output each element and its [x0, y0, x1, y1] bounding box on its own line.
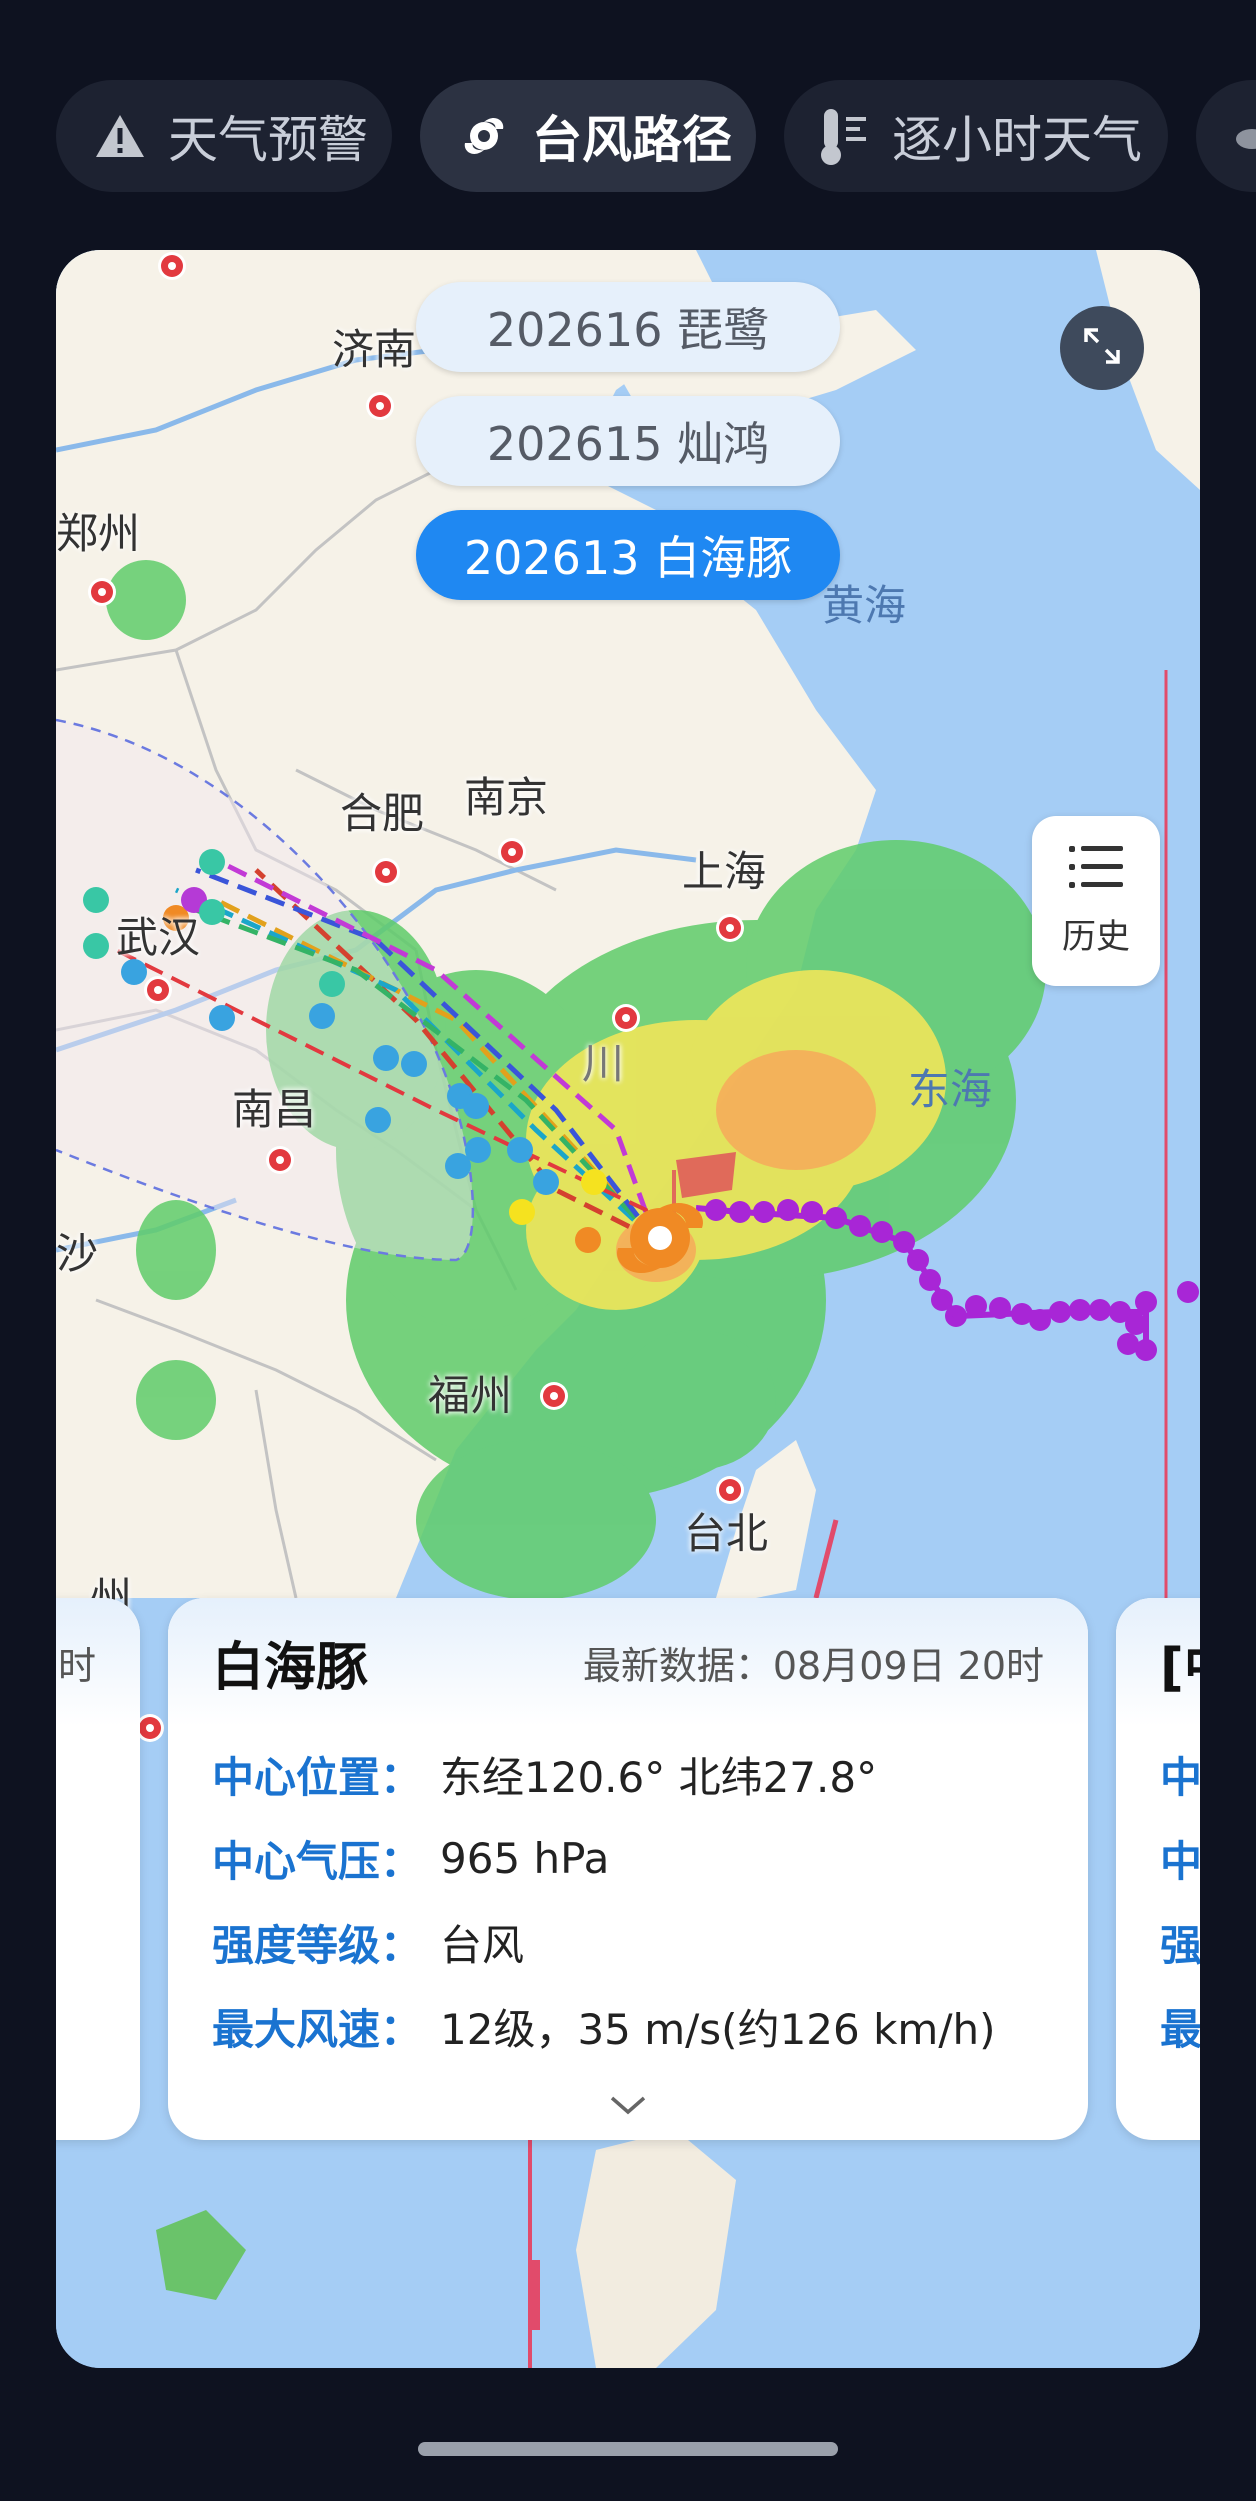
thermometer-icon [814, 106, 874, 166]
tab-more[interactable] [1196, 80, 1256, 192]
tab-weather-warning[interactable]: 天气预警 [56, 80, 392, 192]
info-key: 中心位置： [212, 1752, 423, 1802]
info-value: 965 hPa [440, 1833, 610, 1883]
info-key: 强 [1160, 1920, 1200, 1970]
info-key: 强度等级： [212, 1920, 423, 1970]
info-value: 台风 [440, 1920, 525, 1970]
tab-label: 台风路径 [532, 111, 732, 169]
home-indicator[interactable] [418, 2442, 838, 2456]
info-row-pressure: 中心气压： 965 hPa [168, 1816, 1088, 1900]
history-label: 历史 [1062, 917, 1130, 957]
typhoon-option-202613[interactable]: 202613 白海豚 [416, 510, 840, 600]
sea-label-east-china-sea: 东海 [908, 1065, 993, 1114]
warning-icon [90, 106, 150, 166]
list-icon [1069, 844, 1123, 899]
typhoon-option-202615[interactable]: 202615 灿鸿 [416, 396, 840, 486]
city-label-taipei: 台北 [684, 1509, 769, 1558]
info-value: 东经120.6° 北纬27.8° [440, 1752, 878, 1802]
typhoon-option-202616[interactable]: 202616 琵鹭 [416, 282, 840, 372]
tab-label: 逐小时天气 [892, 111, 1142, 169]
typhoon-info-card-next[interactable]: [中 中 中 强 最 [1116, 1598, 1200, 2140]
card-head-partial: 时 [57, 1643, 96, 1688]
info-value: 12级，35 m/s(约126 km/h) [440, 2004, 996, 2054]
chevron-down-icon[interactable] [606, 2092, 650, 2122]
info-key: 最 [1160, 2004, 1200, 2054]
city-label-nanchang: 南昌 [232, 1085, 317, 1134]
info-key: 中 [1160, 1752, 1200, 1802]
fullscreen-button[interactable] [1060, 306, 1144, 390]
typhoon-name: 白海豚 [212, 1637, 369, 1698]
tab-bar: 天气预警 台风路径 逐小时天气 [0, 0, 1256, 230]
city-label-hefei: 合肥 [340, 789, 425, 838]
city-label-jinan: 济南 [332, 325, 417, 374]
city-label-fuzhou: 福州 [428, 1371, 513, 1420]
tab-label: 天气预警 [168, 111, 368, 169]
typhoon-map[interactable]: 济南 郑州 合肥 南京 上海 武汉 南昌 福州 台北 沙 州 川 黄海 东海 2… [56, 250, 1200, 2368]
city-label-zhengzhou: 郑州 [56, 509, 141, 558]
info-row-max-wind: 最大风速： 12级，35 m/s(约126 km/h) [168, 1984, 1088, 2068]
latest-data-time: 最新数据：08月09日 20时 [582, 1643, 1044, 1688]
tab-typhoon-path[interactable]: 台风路径 [420, 80, 756, 192]
tab-hourly-weather[interactable]: 逐小时天气 [784, 80, 1168, 192]
cloud-icon [1220, 106, 1256, 166]
info-key: 最大风速： [212, 2004, 423, 2054]
typhoon-icon [454, 106, 514, 166]
typhoon-info-card-prev[interactable]: 时 [56, 1598, 140, 2140]
typhoon-info-card[interactable]: 白海豚 最新数据：08月09日 20时 中心位置： 东经120.6° 北纬27.… [168, 1598, 1088, 2140]
city-label-partial-hangzhou: 川 [582, 1039, 625, 1088]
info-key: 中心气压： [212, 1836, 423, 1886]
sea-label-yellow-sea: 黄海 [822, 581, 907, 630]
history-button[interactable]: 历史 [1032, 816, 1160, 986]
info-row-intensity: 强度等级： 台风 [168, 1900, 1088, 1984]
info-row-center-position: 中心位置： 东经120.6° 北纬27.8° [168, 1732, 1088, 1816]
city-label-shanghai: 上海 [682, 847, 767, 896]
city-label-wuhan: 武汉 [116, 913, 201, 962]
expand-icon [1080, 324, 1124, 372]
city-label-partial-changsha: 沙 [56, 1229, 99, 1278]
card-head-partial: [中 [1160, 1637, 1200, 1698]
info-key: 中 [1160, 1836, 1200, 1886]
city-label-nanjing: 南京 [464, 773, 549, 822]
